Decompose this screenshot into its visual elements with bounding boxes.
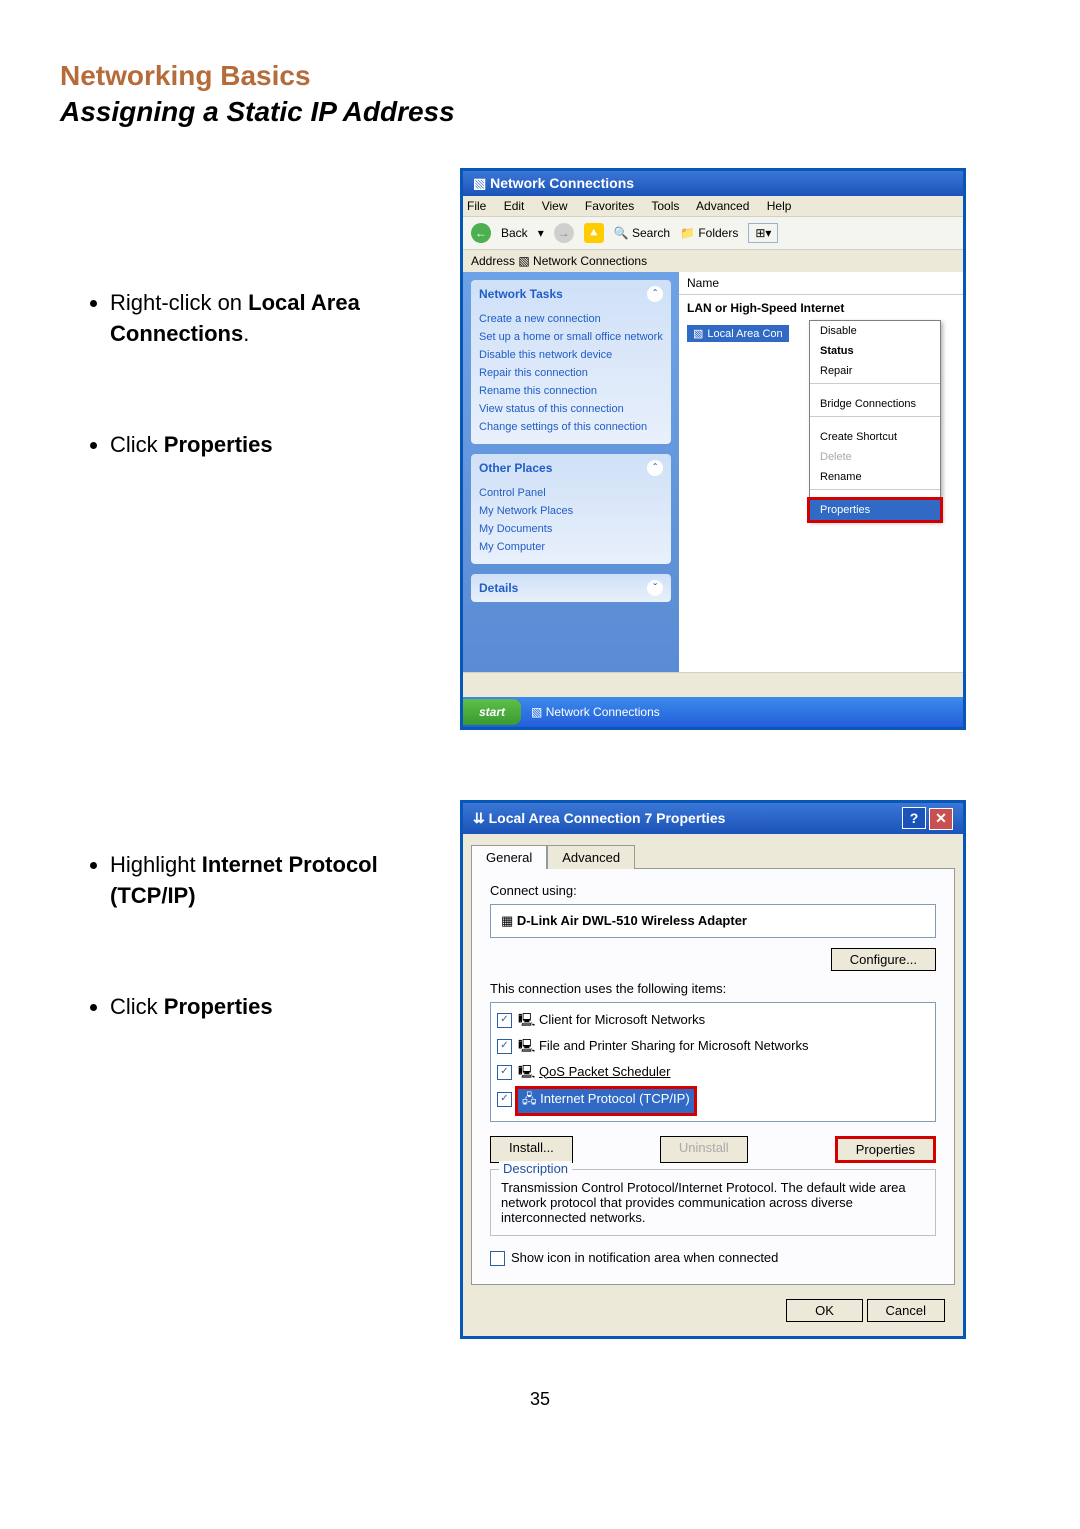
- expand-icon[interactable]: ˇ: [647, 580, 663, 596]
- panel-header: Details: [479, 581, 518, 595]
- ctx-item[interactable]: Status: [810, 341, 940, 361]
- column-header[interactable]: Name: [679, 272, 963, 295]
- group-header: LAN or High-Speed Internet: [679, 295, 963, 321]
- tab-general[interactable]: General: [471, 845, 547, 869]
- list-item[interactable]: ✓🖳 QoS Packet Scheduler: [497, 1061, 929, 1087]
- menu-item[interactable]: Tools: [651, 199, 679, 213]
- step: Click Properties: [110, 430, 460, 461]
- list-item[interactable]: ✓🖳 Client for Microsoft Networks: [497, 1009, 929, 1035]
- task-link[interactable]: Set up a home or small office network: [479, 328, 663, 346]
- content-area: Name LAN or High-Speed Internet ▧ Local …: [679, 272, 963, 672]
- menu-item[interactable]: File: [467, 199, 486, 213]
- install-button[interactable]: Install...: [490, 1136, 573, 1163]
- ctx-item: Delete: [810, 447, 940, 467]
- menu-item[interactable]: Favorites: [585, 199, 634, 213]
- views-button[interactable]: ⊞▾: [748, 223, 778, 243]
- close-icon[interactable]: ✕: [929, 808, 953, 830]
- task-link[interactable]: Change settings of this connection: [479, 418, 663, 436]
- task-link[interactable]: View status of this connection: [479, 400, 663, 418]
- ctx-item[interactable]: Repair: [810, 361, 940, 381]
- place-link[interactable]: My Documents: [479, 520, 663, 538]
- folders-button[interactable]: 📁 Folders: [680, 226, 738, 240]
- back-icon[interactable]: ←: [471, 223, 491, 243]
- task-link[interactable]: Disable this network device: [479, 346, 663, 364]
- connect-using-label: Connect using:: [490, 883, 936, 898]
- step: Right-click on Local Area Connections.: [110, 288, 460, 350]
- page-number: 35: [60, 1389, 1020, 1410]
- toolbar: ←Back ▾ → ⯅ 🔍 Search 📁 Folders ⊞▾: [463, 216, 963, 250]
- ctx-item[interactable]: Bridge Connections: [810, 394, 940, 414]
- menu-item[interactable]: Help: [767, 199, 792, 213]
- task-link[interactable]: Repair this connection: [479, 364, 663, 382]
- ctx-item[interactable]: Rename: [810, 467, 940, 487]
- address-bar[interactable]: Address ▧ Network Connections: [463, 250, 963, 272]
- status-bar: [463, 672, 963, 697]
- taskbar-item[interactable]: ▧ Network Connections: [521, 705, 670, 719]
- panel-header: Other Places: [479, 461, 552, 475]
- uninstall-button: Uninstall: [660, 1136, 748, 1163]
- configure-button[interactable]: Configure...: [831, 948, 936, 971]
- search-button[interactable]: 🔍 Search: [614, 226, 670, 240]
- up-icon[interactable]: ⯅: [584, 223, 604, 243]
- ctx-item[interactable]: Create Shortcut: [810, 427, 940, 447]
- place-link[interactable]: Control Panel: [479, 484, 663, 502]
- help-icon[interactable]: ?: [902, 807, 926, 829]
- tab-advanced[interactable]: Advanced: [547, 845, 635, 869]
- menu-bar[interactable]: File Edit View Favorites Tools Advanced …: [463, 196, 963, 216]
- window-title: ▧ Network Connections: [463, 171, 963, 196]
- back-button[interactable]: Back: [501, 226, 528, 240]
- properties-button[interactable]: Properties: [835, 1136, 936, 1163]
- components-list[interactable]: ✓🖳 Client for Microsoft Networks ✓🖳 File…: [490, 1002, 936, 1122]
- taskbar: start ▧ Network Connections: [463, 697, 963, 727]
- step: Click Properties: [110, 992, 460, 1023]
- properties-dialog: ⇊ Local Area Connection 7 Properties ?✕ …: [460, 800, 966, 1339]
- menu-item[interactable]: Advanced: [696, 199, 749, 213]
- list-item[interactable]: ✓🖳 File and Printer Sharing for Microsof…: [497, 1035, 929, 1061]
- list-item-tcpip[interactable]: ✓🖧 Internet Protocol (TCP/IP): [497, 1087, 929, 1115]
- dialog-title: ⇊ Local Area Connection 7 Properties ?✕: [463, 803, 963, 834]
- place-link[interactable]: My Network Places: [479, 502, 663, 520]
- side-panel: Network Tasks ˆ Create a new connection S…: [463, 272, 679, 672]
- steps-list-1: Right-click on Local Area Connections. C…: [60, 288, 460, 460]
- network-icon: ▧: [473, 175, 490, 191]
- step: Highlight Internet Protocol (TCP/IP): [110, 850, 460, 912]
- show-icon-checkbox[interactable]: Show icon in notification area when conn…: [490, 1250, 936, 1266]
- start-button[interactable]: start: [463, 699, 521, 725]
- description-box: Description Transmission Control Protoco…: [490, 1169, 936, 1236]
- ctx-item[interactable]: Disable: [810, 321, 940, 341]
- place-link[interactable]: My Computer: [479, 538, 663, 556]
- page-title: Networking Basics: [60, 60, 1020, 92]
- ctx-item-properties[interactable]: Properties: [807, 497, 943, 523]
- network-connections-window: ▧ Network Connections File Edit View Fav…: [460, 168, 966, 730]
- menu-item[interactable]: Edit: [504, 199, 525, 213]
- collapse-icon[interactable]: ˆ: [647, 460, 663, 476]
- task-link[interactable]: Create a new connection: [479, 310, 663, 328]
- items-label: This connection uses the following items…: [490, 981, 936, 996]
- task-link[interactable]: Rename this connection: [479, 382, 663, 400]
- ok-button[interactable]: OK: [786, 1299, 863, 1322]
- panel-header: Network Tasks: [479, 287, 563, 301]
- cancel-button[interactable]: Cancel: [867, 1299, 945, 1322]
- page-subtitle: Assigning a Static IP Address: [60, 96, 1020, 128]
- tab-strip: GeneralAdvanced: [463, 834, 963, 868]
- menu-item[interactable]: View: [542, 199, 568, 213]
- context-menu: Disable Status Repair Bridge Connections…: [809, 320, 941, 521]
- connection-item[interactable]: ▧ Local Area Con: [687, 325, 789, 342]
- collapse-icon[interactable]: ˆ: [647, 286, 663, 302]
- adapter-field: ▦ D-Link Air DWL-510 Wireless Adapter: [490, 904, 936, 938]
- steps-list-2: Highlight Internet Protocol (TCP/IP) Cli…: [60, 850, 460, 1022]
- forward-icon: →: [554, 223, 574, 243]
